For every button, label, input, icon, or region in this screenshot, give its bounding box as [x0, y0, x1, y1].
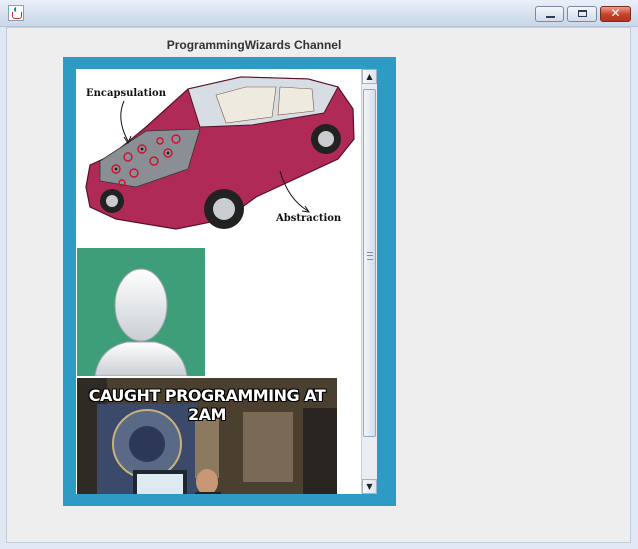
maximize-button[interactable]	[567, 6, 597, 22]
encapsulation-label: Encapsulation	[86, 88, 166, 99]
close-icon: ✕	[610, 6, 621, 20]
channel-title: ProgrammingWizards Channel	[166, 38, 342, 52]
meme-caption: CAUGHT PROGRAMMING AT 2AM	[88, 386, 326, 424]
scroll-up-button[interactable]: ▲	[362, 69, 377, 84]
arrow-down-icon: ▼	[366, 482, 373, 491]
grip-icon	[367, 252, 373, 260]
scrollbar-thumb[interactable]	[363, 89, 376, 437]
arrow-up-icon: ▲	[366, 72, 373, 81]
minimize-icon	[546, 16, 555, 18]
scroll-down-button[interactable]: ▼	[362, 479, 377, 494]
car-diagram-image: Encapsulation Abstraction	[76, 69, 362, 245]
image-list-viewport[interactable]: Encapsulation Abstraction CAUGHT PROGRAM…	[76, 69, 362, 494]
title-bar[interactable]: ✕	[0, 0, 638, 27]
default-avatar-image	[77, 248, 205, 377]
java-cup-icon[interactable]	[8, 5, 24, 21]
close-button[interactable]: ✕	[600, 6, 631, 22]
abstraction-label: Abstraction	[276, 213, 342, 224]
vertical-scrollbar[interactable]: ▲ ▼	[361, 69, 377, 494]
meme-image: CAUGHT PROGRAMMING AT 2AM	[77, 378, 337, 494]
application-window: ✕ ProgrammingWizards Channel Encapsulati…	[0, 0, 638, 549]
minimize-button[interactable]	[535, 6, 564, 22]
maximize-icon	[578, 10, 587, 17]
